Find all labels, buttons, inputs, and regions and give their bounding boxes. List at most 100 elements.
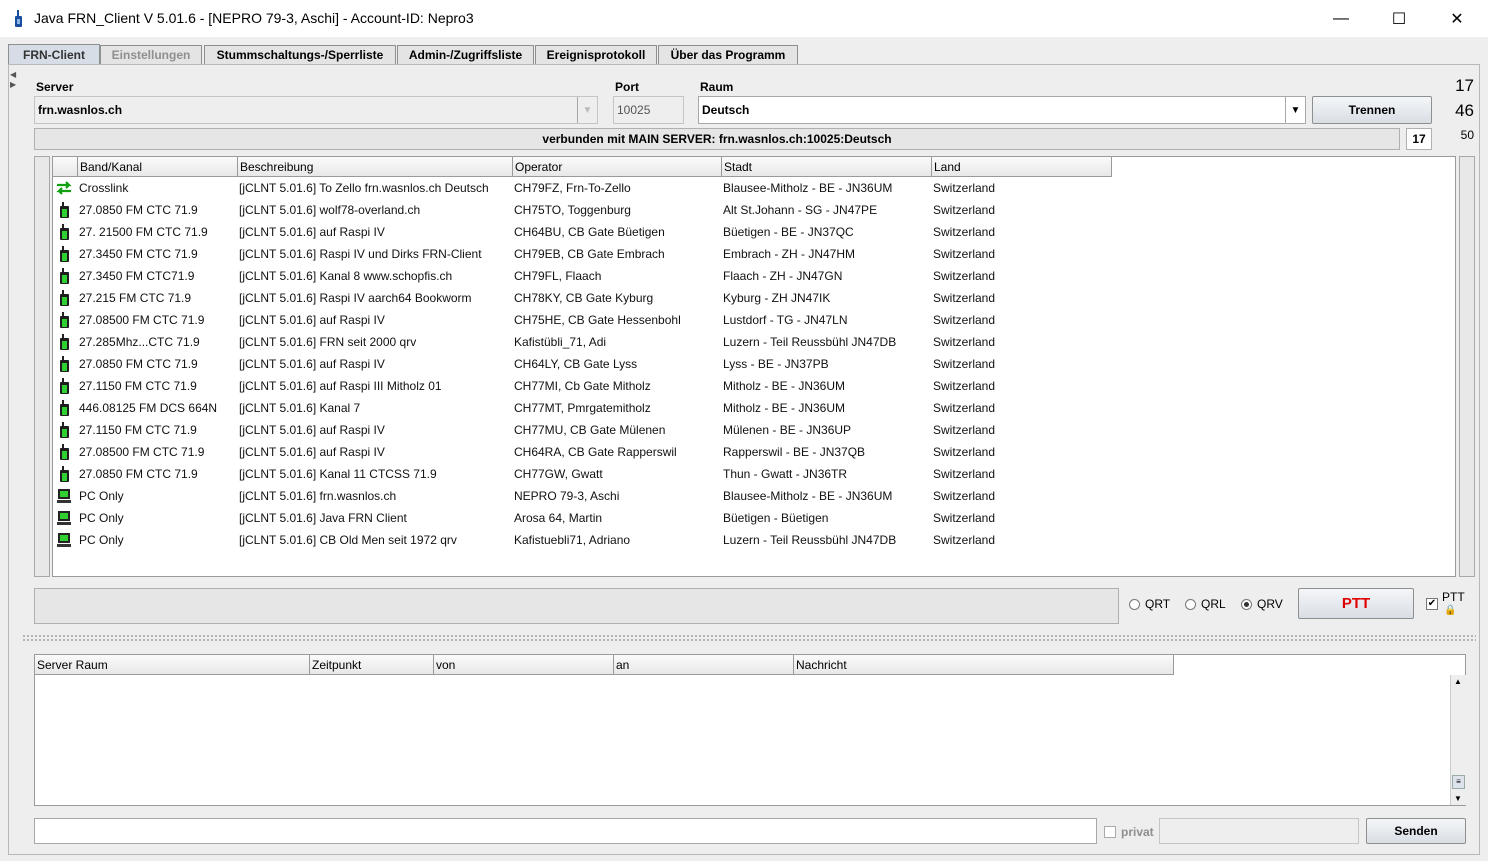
radio-icon	[55, 355, 73, 373]
icon-column-header[interactable]	[53, 157, 78, 177]
column-header-from[interactable]: von	[434, 655, 614, 675]
private-checkbox[interactable]	[1104, 826, 1116, 838]
description-cell: [jCLNT 5.01.6] auf Raspi III Mitholz 01	[239, 379, 442, 393]
column-header-country[interactable]: Land	[932, 157, 1112, 177]
radio-icon	[55, 267, 73, 285]
pc-icon	[55, 487, 73, 505]
message-input[interactable]	[34, 818, 1097, 844]
chevron-down-icon[interactable]: ▼	[577, 97, 597, 123]
country-cell: Switzerland	[933, 225, 996, 239]
band-cell: 446.08125 FM DCS 664N	[79, 401, 218, 415]
server-value: frn.wasnlos.ch	[38, 103, 123, 117]
room-count: 46	[1455, 101, 1474, 120]
column-header-description[interactable]: Beschreibung	[238, 157, 513, 177]
table-scrollbar[interactable]	[1459, 156, 1475, 577]
column-header-message[interactable]: Nachricht	[794, 655, 1174, 675]
scroll-up-icon[interactable]: ▲	[1454, 677, 1462, 686]
description-cell: [jCLNT 5.01.6] FRN seit 2000 qrv	[239, 335, 417, 349]
table-row[interactable]: 27.1150 FM CTC 71.9 [jCLNT 5.01.6] auf Ra…	[53, 375, 1163, 397]
column-header-band[interactable]: Band/Kanal	[78, 157, 238, 177]
tab-frn-client[interactable]: FRN-Client	[8, 44, 100, 65]
tab-admin-zugriffsliste[interactable]: Admin-/Zugriffsliste	[397, 45, 534, 64]
column-header-time[interactable]: Zeitpunkt	[310, 655, 434, 675]
band-cell: Crosslink	[79, 181, 129, 195]
table-row[interactable]: 27.08500 FM CTC 71.9 [jCLNT 5.01.6] auf R…	[53, 441, 1163, 463]
table-row[interactable]: 27.3450 FM CTC71.9 [jCLNT 5.01.6] Kanal 8…	[53, 265, 1163, 287]
maximize-button[interactable]: ☐	[1370, 0, 1428, 38]
description-cell: [jCLNT 5.01.6] Kanal 11 CTCSS 71.9	[239, 467, 437, 481]
column-header-to[interactable]: an	[614, 655, 794, 675]
description-cell: [jCLNT 5.01.6] auf Raspi IV	[239, 423, 385, 437]
tab-ueber-das-programm[interactable]: Über das Programm	[658, 45, 798, 64]
country-cell: Switzerland	[933, 335, 996, 349]
table-row[interactable]: PC Only [jCLNT 5.01.6] CB Old Men seit 19…	[53, 529, 1163, 551]
room-combo[interactable]: Deutsch ▼	[698, 96, 1306, 124]
table-row[interactable]: PC Only [jCLNT 5.01.6] Java FRN Client Aro…	[53, 507, 1163, 529]
table-row[interactable]: 27.08500 FM CTC 71.9 [jCLNT 5.01.6] auf R…	[53, 309, 1163, 331]
private-recipient-field[interactable]	[1159, 818, 1359, 844]
band-cell: 27.0850 FM CTC 71.9	[79, 467, 198, 481]
column-header-operator[interactable]: Operator	[513, 157, 722, 177]
table-row[interactable]: 27.215 FM CTC 71.9 [jCLNT 5.01.6] Raspi I…	[53, 287, 1163, 309]
table-row[interactable]: 27.0850 FM CTC 71.9 [jCLNT 5.01.6] Kanal …	[53, 463, 1163, 485]
operator-cell: CH77MU, CB Gate Mülenen	[514, 423, 666, 437]
server-label: Server	[36, 80, 74, 94]
split-pane-divider[interactable]	[22, 634, 1476, 642]
server-combo[interactable]: frn.wasnlos.ch ▼	[34, 96, 598, 124]
table-row[interactable]: 27.285Mhz...CTC 71.9 [jCLNT 5.01.6] FRN s…	[53, 331, 1163, 353]
radio-icon	[55, 311, 73, 329]
message-scrollbar[interactable]: ▲ ≡ ▼	[1450, 675, 1466, 805]
scroll-down-icon[interactable]: ▼	[1454, 794, 1462, 803]
country-cell: Switzerland	[933, 357, 996, 371]
tab-stummschaltungsliste[interactable]: Stummschaltungs-/Sperrliste	[204, 45, 396, 64]
table-row[interactable]: Crosslink [jCLNT 5.01.6] To Zello frn.was…	[53, 177, 1163, 199]
column-header-city[interactable]: Stadt	[722, 157, 932, 177]
send-button[interactable]: Senden	[1366, 818, 1466, 844]
ptt-button[interactable]: PTT	[1298, 588, 1414, 619]
band-cell: 27.285Mhz...CTC 71.9	[79, 335, 200, 349]
country-cell: Switzerland	[933, 269, 996, 283]
country-cell: Switzerland	[933, 203, 996, 217]
disconnect-button[interactable]: Trennen	[1312, 96, 1432, 124]
scroll-thumb[interactable]: ≡	[1452, 775, 1465, 789]
operator-cell: CH77MI, Cb Gate Mitholz	[514, 379, 651, 393]
client-count: 17	[1455, 76, 1474, 95]
qrt-label: QRT	[1145, 597, 1171, 611]
radio-icon	[55, 421, 73, 439]
city-cell: Mitholz - BE - JN36UM	[723, 379, 846, 393]
city-cell: Büetigen - BE - JN37QC	[723, 225, 854, 239]
port-field[interactable]: 10025	[613, 96, 684, 124]
column-header-server-room[interactable]: Server Raum	[35, 655, 310, 675]
radio-icon	[55, 289, 73, 307]
table-row[interactable]: 27.0850 FM CTC 71.9 [jCLNT 5.01.6] auf Ra…	[53, 353, 1163, 375]
tab-einstellungen[interactable]: Einstellungen	[100, 45, 202, 64]
table-row[interactable]: 446.08125 FM DCS 664N [jCLNT 5.01.6] Kana…	[53, 397, 1163, 419]
close-button[interactable]: ✕	[1428, 0, 1486, 38]
message-table: Server Raum Zeitpunkt von an Nachricht ▲…	[34, 654, 1466, 806]
city-cell: Mitholz - BE - JN36UM	[723, 401, 846, 415]
band-cell: PC Only	[79, 533, 124, 547]
tab-ereignisprotokoll[interactable]: Ereignisprotokoll	[535, 45, 657, 64]
band-cell: 27.3450 FM CTC 71.9	[79, 247, 198, 261]
crosslink-icon	[55, 179, 73, 197]
table-row[interactable]: 27. 21500 FM CTC 71.9 [jCLNT 5.01.6] auf …	[53, 221, 1163, 243]
table-row[interactable]: 27.0850 FM CTC 71.9 [jCLNT 5.01.6] wolf78…	[53, 199, 1163, 221]
minimize-button[interactable]: —	[1312, 0, 1370, 38]
table-row[interactable]: 27.3450 FM CTC 71.9 [jCLNT 5.01.6] Raspi …	[53, 243, 1163, 265]
ptt-lock-checkbox[interactable]: ✔	[1426, 598, 1438, 610]
radio-icon	[55, 377, 73, 395]
operator-cell: CH75TO, Toggenburg	[514, 203, 631, 217]
operator-cell: CH79EB, CB Gate Embrach	[514, 247, 665, 261]
table-row[interactable]: PC Only [jCLNT 5.01.6] frn.wasnlos.ch NEPR…	[53, 485, 1163, 507]
city-cell: Lyss - BE - JN37PB	[723, 357, 829, 371]
operator-cell: CH77MT, Pmrgatemitholz	[514, 401, 651, 415]
split-arrows-icon[interactable]: ◀ ▶	[10, 70, 18, 92]
table-row[interactable]: 27.1150 FM CTC 71.9 [jCLNT 5.01.6] auf Ra…	[53, 419, 1163, 441]
operator-cell: NEPRO 79-3, Aschi	[514, 489, 620, 503]
chevron-down-icon[interactable]: ▼	[1285, 97, 1305, 123]
description-cell: [jCLNT 5.01.6] Raspi IV und Dirks FRN-Cl…	[239, 247, 482, 261]
qrv-radio[interactable]: QRV	[1241, 597, 1283, 611]
qrl-radio[interactable]: QRL	[1185, 597, 1226, 611]
qrt-radio[interactable]: QRT	[1129, 597, 1170, 611]
city-cell: Rapperswil - BE - JN37QB	[723, 445, 866, 459]
